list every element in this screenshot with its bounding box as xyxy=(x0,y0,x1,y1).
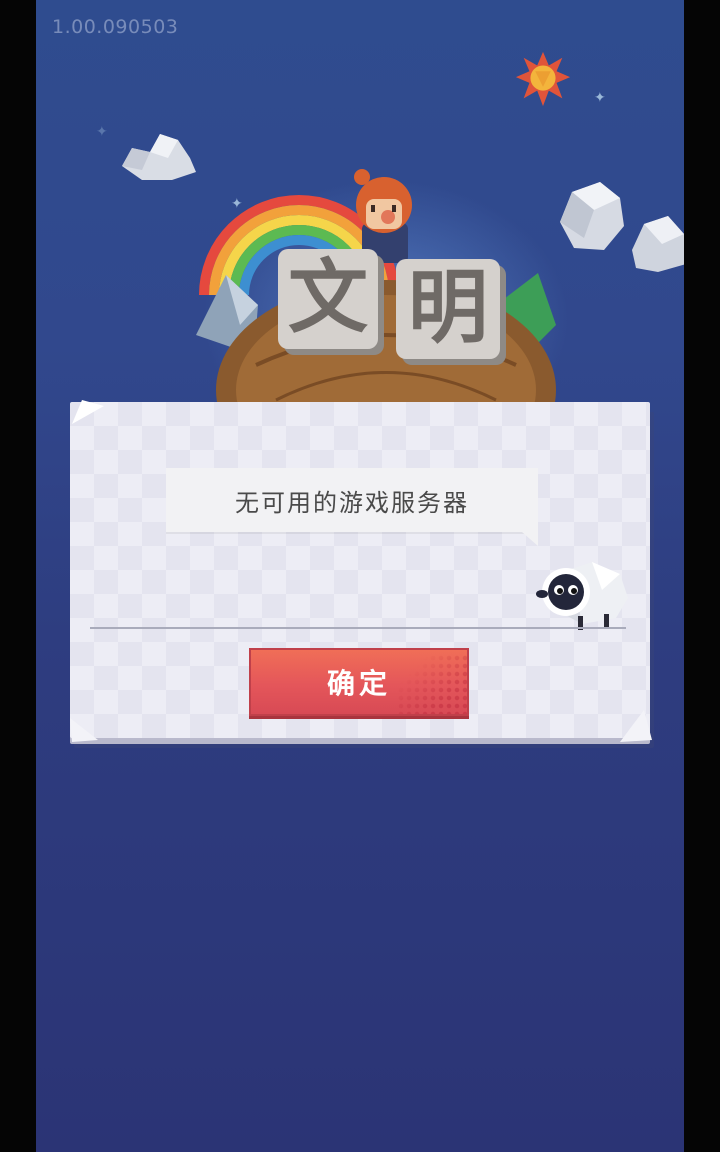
error-dialog: 无可用的游戏服务器 确定 xyxy=(70,400,652,742)
logo-char-1: 文 xyxy=(288,251,368,344)
letterbox-left xyxy=(0,0,36,1152)
version-label: 1.00.090503 xyxy=(52,16,179,38)
paper-corner-icon xyxy=(70,718,98,742)
sparkle-icon: ✦ xyxy=(96,124,108,140)
sparkle-icon: ✦ xyxy=(594,90,606,106)
letterbox-right xyxy=(684,0,720,1152)
character-icon xyxy=(354,169,412,263)
error-message: 无可用的游戏服务器 xyxy=(235,488,469,517)
confirm-button[interactable]: 确定 xyxy=(249,648,469,716)
dialog-divider xyxy=(90,627,626,629)
paper-corner-icon xyxy=(620,710,652,742)
message-bubble: 无可用的游戏服务器 xyxy=(166,468,538,546)
cloud-icon xyxy=(632,216,684,272)
sheep-mascot-icon xyxy=(536,562,628,630)
logo-char-2: 明 xyxy=(408,261,488,354)
bubble-tail xyxy=(522,532,538,546)
button-texture xyxy=(397,654,467,714)
game-logo: 文 明 xyxy=(196,169,556,415)
game-background: 1.00.090503 ✦ ✦ ✦ 文 明 无可用的游戏服务器 确定 xyxy=(36,0,684,1152)
confirm-button-label: 确定 xyxy=(326,667,391,700)
sun-icon xyxy=(515,51,571,107)
paper-corner-icon xyxy=(72,400,104,424)
